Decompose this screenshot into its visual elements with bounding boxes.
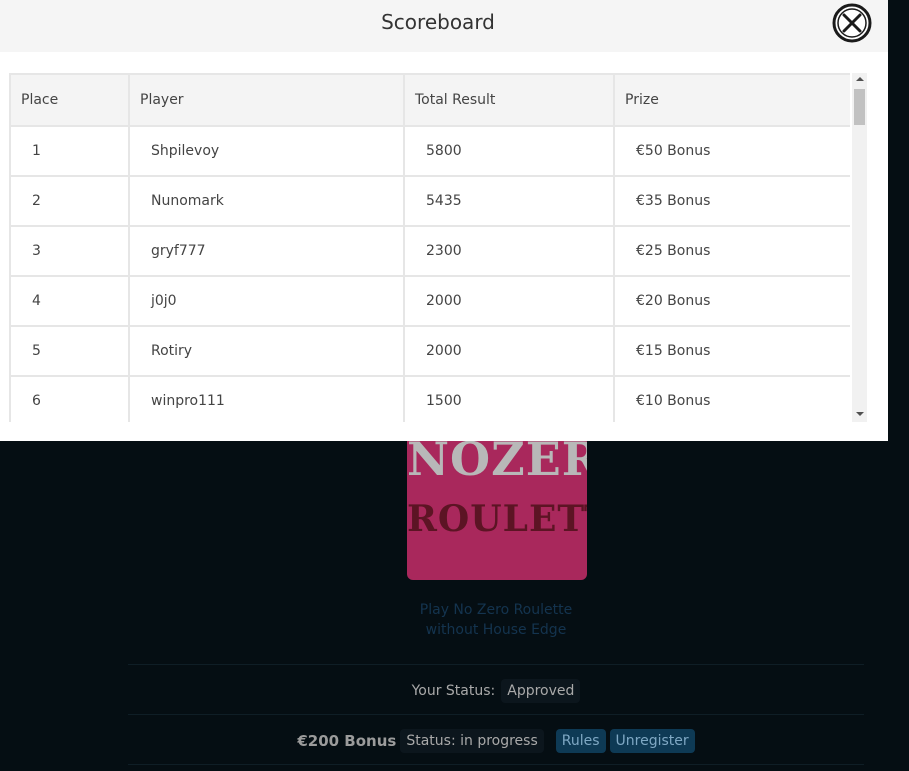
player-cell: winpro111 — [128, 375, 405, 422]
game-logo-subtitle: ROULETTE — [407, 498, 587, 540]
table-row: 4 j0j0 2000 €20 Bonus — [9, 275, 850, 327]
prize-cell: €35 Bonus — [613, 175, 850, 227]
total-result-cell: 2000 — [403, 325, 615, 377]
table-row: 5 Rotiry 2000 €15 Bonus — [9, 325, 850, 377]
player-cell: Nunomark — [128, 175, 405, 227]
column-header-total-result: Total Result — [403, 73, 615, 127]
column-header-player: Player — [128, 73, 405, 127]
table-row: 1 Shpilevoy 5800 €50 Bonus — [9, 125, 850, 177]
scoreboard-modal: Scoreboard Place Player Total Result Pri… — [0, 0, 888, 441]
prize-cell: €10 Bonus — [613, 375, 850, 422]
bonus-amount: €200 Bonus — [297, 732, 397, 750]
modal-header: Scoreboard — [0, 0, 888, 52]
divider — [128, 764, 864, 765]
table-row: 3 gryf777 2300 €25 Bonus — [9, 225, 850, 277]
unregister-button[interactable]: Unregister — [609, 729, 695, 753]
column-header-prize: Prize — [613, 73, 850, 127]
vertical-scrollbar[interactable] — [852, 73, 867, 422]
scrollbar-thumb[interactable] — [854, 89, 865, 125]
your-status-row: Your Status: Approved — [128, 678, 864, 704]
bonus-row: €200 Bonus Status: in progress Rules Unr… — [128, 727, 864, 755]
scoreboard-table: Place Player Total Result Prize 1 Shpile… — [9, 73, 850, 422]
prize-cell: €50 Bonus — [613, 125, 850, 177]
place-cell: 5 — [9, 325, 130, 377]
your-status-label: Your Status: — [411, 683, 496, 699]
total-result-cell: 5800 — [403, 125, 615, 177]
close-circle-icon — [832, 3, 872, 43]
total-result-cell: 2300 — [403, 225, 615, 277]
table-header-row: Place Player Total Result Prize — [9, 73, 850, 127]
bonus-status: Status: in progress — [400, 729, 544, 753]
rules-button[interactable]: Rules — [555, 729, 606, 753]
total-result-cell: 1500 — [403, 375, 615, 422]
close-button[interactable] — [832, 3, 872, 43]
modal-title: Scoreboard — [381, 10, 495, 34]
player-cell: Shpilevoy — [128, 125, 405, 177]
table-row: 6 winpro111 1500 €10 Bonus — [9, 375, 850, 422]
total-result-cell: 2000 — [403, 275, 615, 327]
game-caption-link[interactable]: Play No Zero Roulette without House Edge — [396, 600, 596, 640]
place-cell: 4 — [9, 275, 130, 327]
place-cell: 2 — [9, 175, 130, 227]
place-cell: 3 — [9, 225, 130, 277]
player-cell: gryf777 — [128, 225, 405, 277]
total-result-cell: 5435 — [403, 175, 615, 227]
column-header-place: Place — [9, 73, 130, 127]
player-cell: Rotiry — [128, 325, 405, 377]
divider — [128, 714, 864, 715]
scroll-down-arrow-icon[interactable] — [856, 412, 864, 416]
prize-cell: €25 Bonus — [613, 225, 850, 277]
player-cell: j0j0 — [128, 275, 405, 327]
place-cell: 1 — [9, 125, 130, 177]
scroll-up-arrow-icon[interactable] — [856, 77, 864, 81]
table-row: 2 Nunomark 5435 €35 Bonus — [9, 175, 850, 227]
place-cell: 6 — [9, 375, 130, 422]
scoreboard-table-container[interactable]: Place Player Total Result Prize 1 Shpile… — [9, 73, 850, 422]
prize-cell: €20 Bonus — [613, 275, 850, 327]
your-status-value: Approved — [501, 679, 581, 703]
prize-cell: €15 Bonus — [613, 325, 850, 377]
divider — [128, 664, 864, 665]
